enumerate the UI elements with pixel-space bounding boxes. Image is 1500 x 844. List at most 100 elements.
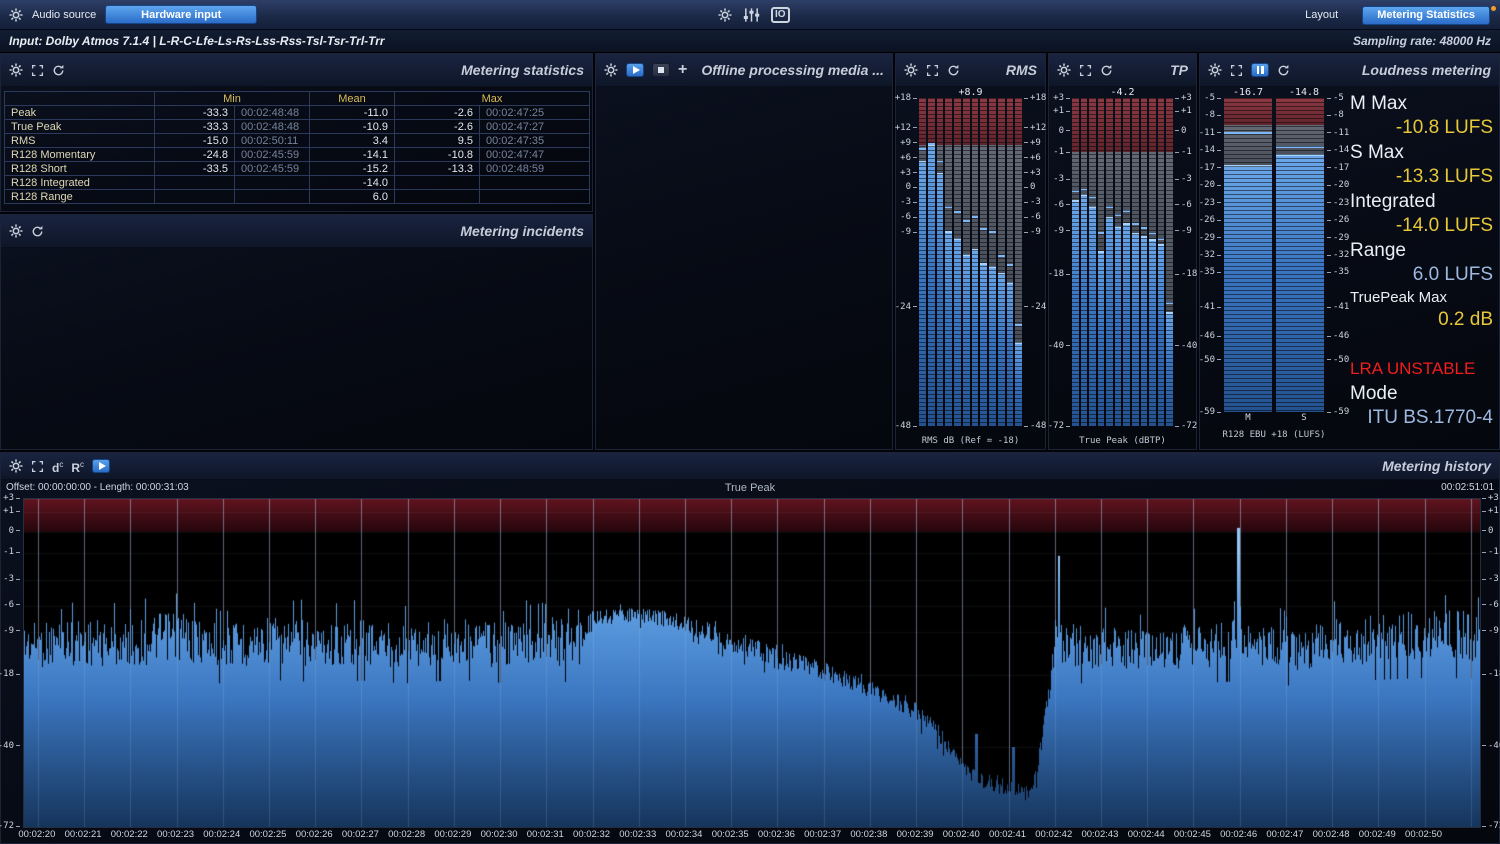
- time-axis-label: 00:02:40: [943, 829, 980, 840]
- add-media-button[interactable]: +: [678, 63, 687, 77]
- gear-icon[interactable]: [9, 459, 23, 473]
- loudness-meter: -5-8-11-14-17-20-23-26-29-32-35-41-46-50…: [1202, 98, 1346, 412]
- stats-cell: [480, 190, 590, 204]
- time-axis-label: 00:02:34: [665, 829, 702, 840]
- hardware-input-button[interactable]: Hardware input: [105, 5, 257, 24]
- loudness-readout-label: Mode: [1350, 383, 1493, 405]
- reset-icon[interactable]: [947, 64, 960, 77]
- tp-max-readout: -4.2: [1049, 87, 1196, 98]
- scale-tick: -26: [1199, 215, 1221, 225]
- sampling-rate-text: Sampling rate: 48000 Hz: [1353, 34, 1491, 48]
- rms-meter-channel-Trr: [1015, 98, 1022, 426]
- scale-tick: -24: [895, 302, 917, 312]
- io-routing-icon[interactable]: IO: [771, 7, 790, 23]
- scale-tick: -26: [1327, 215, 1349, 225]
- reset-icon[interactable]: [52, 64, 65, 77]
- scale-tick: -59: [1327, 407, 1349, 417]
- history-rc-icon[interactable]: Rc: [71, 459, 84, 474]
- stats-cell: -24.8: [155, 148, 235, 162]
- scale-tick: +1: [1053, 106, 1070, 116]
- loudness-readout-value: ITU BS.1770-4: [1350, 407, 1493, 429]
- loudness-readout-value: 0.2 dB: [1350, 309, 1493, 331]
- layout-button[interactable]: Layout: [1305, 9, 1338, 21]
- gear-icon[interactable]: [1208, 63, 1222, 77]
- stats-cell: -33.5: [155, 162, 235, 176]
- scale-tick: -18: [1175, 269, 1197, 279]
- history-play-button[interactable]: [92, 459, 110, 473]
- metering-statistics-button[interactable]: Metering Statistics: [1362, 6, 1490, 25]
- stats-row: R128 Short-33.500:02:45:59-15.2-13.300:0…: [5, 162, 590, 176]
- expand-icon[interactable]: [31, 64, 44, 77]
- scale-tick: -32: [1327, 250, 1349, 260]
- scale-tick: -6: [1024, 212, 1041, 222]
- pause-button[interactable]: [1251, 63, 1269, 77]
- history-time-axis: 00:02:2000:02:2100:02:2200:02:2300:02:24…: [1, 829, 1500, 843]
- audio-source-gear-icon[interactable]: [9, 8, 23, 22]
- history-waveform-canvas[interactable]: [23, 498, 1481, 828]
- reset-icon[interactable]: [1277, 64, 1290, 77]
- history-scale-tick: -9: [3, 626, 20, 636]
- toolbar-right-group: Layout Metering Statistics: [1305, 0, 1490, 30]
- history-dc-icon[interactable]: dc: [52, 459, 63, 474]
- scale-tick: -17: [1199, 163, 1221, 173]
- stats-cell: 00:02:47:35: [480, 134, 590, 148]
- history-scale-tick: -18: [1482, 669, 1500, 679]
- history-scale-tick: 0: [9, 526, 20, 536]
- scale-tick: -14: [1327, 145, 1349, 155]
- scale-tick: -32: [1199, 250, 1221, 260]
- loudness-readout-value: -13.3 LUFS: [1350, 166, 1493, 188]
- stop-button[interactable]: [652, 63, 670, 77]
- scale-tick: +9: [900, 138, 917, 148]
- loudness-readout-label: TruePeak Max: [1350, 289, 1493, 307]
- time-axis-label: 00:02:50: [1405, 829, 1442, 840]
- rms-meter-channel-Tsl: [989, 98, 996, 426]
- reset-icon[interactable]: [1100, 64, 1113, 77]
- scale-tick: -23: [1199, 198, 1221, 208]
- expand-icon[interactable]: [31, 460, 44, 473]
- expand-icon[interactable]: [926, 64, 939, 77]
- time-axis-label: 00:02:23: [157, 829, 194, 840]
- stats-cell: [235, 190, 310, 204]
- time-axis-label: 00:02:41: [989, 829, 1026, 840]
- gear-icon[interactable]: [604, 63, 618, 77]
- mixer-sliders-icon[interactable]: [743, 8, 760, 22]
- time-axis-label: 00:02:22: [111, 829, 148, 840]
- stats-cell: [395, 176, 480, 190]
- metering-statistics-panel: Metering statistics MinMeanMaxPeak-33.30…: [0, 53, 593, 212]
- gear-icon[interactable]: [1057, 63, 1071, 77]
- rms-meter-channel-L: [919, 98, 926, 426]
- tp-meter-channel-C: [1089, 98, 1096, 426]
- settings-gear-icon[interactable]: [718, 8, 732, 22]
- time-axis-label: 00:02:25: [249, 829, 286, 840]
- stats-cell: R128 Short: [5, 162, 155, 176]
- rms-meter-channel-Lss: [972, 98, 979, 426]
- gear-icon[interactable]: [9, 224, 23, 238]
- stats-cell: R128 Range: [5, 190, 155, 204]
- history-scale-tick: -6: [3, 600, 20, 610]
- loudness-readouts: M Max-10.8 LUFSS Max-13.3 LUFSIntegrated…: [1348, 90, 1499, 449]
- history-scale-tick: 0: [1482, 526, 1493, 536]
- gear-icon[interactable]: [904, 63, 918, 77]
- scale-tick: +3: [1175, 93, 1192, 103]
- scale-tick: -11: [1199, 128, 1221, 138]
- rms-max-readout: +8.9: [896, 87, 1045, 98]
- play-button[interactable]: [626, 63, 644, 77]
- panel-title: RMS: [1006, 62, 1037, 78]
- reset-icon[interactable]: [31, 225, 44, 238]
- loudness-readout-label: Integrated: [1350, 191, 1493, 213]
- stats-cell: -10.8: [395, 148, 480, 162]
- gear-icon[interactable]: [9, 63, 23, 77]
- scale-tick: -29: [1327, 233, 1349, 243]
- expand-icon[interactable]: [1079, 64, 1092, 77]
- stats-cell: 00:02:47:47: [480, 148, 590, 162]
- tp-meter-channel-R: [1081, 98, 1088, 426]
- stats-cell: -2.6: [395, 106, 480, 120]
- scale-tick: -3: [1053, 174, 1070, 184]
- loudness-bar-names: M S: [1222, 413, 1330, 423]
- short-term-readout: -14.8: [1278, 87, 1330, 98]
- history-panel-header: dc Rc Metering history: [1, 453, 1499, 480]
- time-axis-label: 00:02:30: [481, 829, 518, 840]
- expand-icon[interactable]: [1230, 64, 1243, 77]
- stats-cell: True Peak: [5, 120, 155, 134]
- rms-meter-channel-Rss: [980, 98, 987, 426]
